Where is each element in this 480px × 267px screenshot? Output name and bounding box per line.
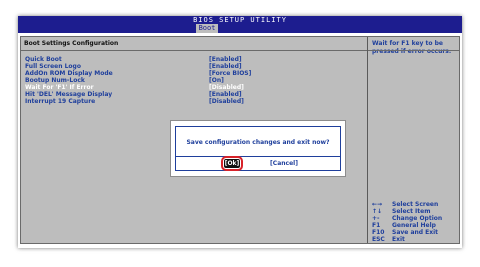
key-action: Save and Exit xyxy=(392,229,439,236)
setting-label: Hit 'DEL' Message Display xyxy=(25,91,113,98)
setting-row-full-screen-logo[interactable]: Full Screen Logo [Enabled] xyxy=(25,63,365,70)
dialog-frame: Save configuration changes and exit now?… xyxy=(175,126,341,171)
utility-title: BIOS SETUP UTILITY xyxy=(193,16,287,24)
help-pane: Wait for F1 key to be pressed if error o… xyxy=(368,37,459,243)
setting-value[interactable]: [Enabled] xyxy=(209,91,242,98)
setting-label: Bootup Num-Lock xyxy=(25,77,85,84)
setting-label: Interrupt 19 Capture xyxy=(25,98,96,105)
setting-label: AddOn ROM Display Mode xyxy=(25,70,113,77)
section-divider xyxy=(21,50,367,51)
tab-boot[interactable]: Boot xyxy=(196,24,218,33)
setting-label: Full Screen Logo xyxy=(25,63,81,70)
section-title: Boot Settings Configuration xyxy=(24,40,119,47)
key-action: Select Screen xyxy=(392,201,439,208)
key-change-option: +- Change Option xyxy=(372,215,458,222)
setting-label: Quick Boot xyxy=(25,56,62,63)
key-name: F10 xyxy=(372,229,385,236)
setting-row-quick-boot[interactable]: Quick Boot [Enabled] xyxy=(25,56,365,63)
setting-value[interactable]: [Enabled] xyxy=(209,63,242,70)
help-divider xyxy=(368,50,459,51)
key-select-screen: ←→ Select Screen xyxy=(372,201,458,208)
setting-value[interactable]: [Force BIOS] xyxy=(209,70,251,77)
key-name: ←→ xyxy=(372,201,383,208)
bios-screen: BIOS SETUP UTILITY Boot Boot Settings Co… xyxy=(18,16,462,248)
setting-row-addon-rom-display-mode[interactable]: AddOn ROM Display Mode [Force BIOS] xyxy=(25,70,365,77)
key-action: Exit xyxy=(392,236,405,243)
setting-label: Wait For 'F1' If Error xyxy=(25,84,94,91)
key-name: F1 xyxy=(372,222,381,229)
key-action: Change Option xyxy=(392,215,443,222)
dialog-message: Save configuration changes and exit now? xyxy=(186,139,330,146)
dialog-divider xyxy=(176,156,340,157)
setting-value[interactable]: [Enabled] xyxy=(209,56,242,63)
setting-value[interactable]: [On] xyxy=(209,77,224,84)
title-bar: BIOS SETUP UTILITY Boot xyxy=(18,16,462,33)
key-name: ESC xyxy=(372,236,385,243)
key-general-help: F1 General Help xyxy=(372,222,458,229)
save-dialog: Save configuration changes and exit now?… xyxy=(170,120,346,177)
setting-value[interactable]: [Disabled] xyxy=(209,84,244,91)
cancel-button[interactable]: [Cancel] xyxy=(268,159,300,168)
key-exit: ESC Exit xyxy=(372,236,458,243)
key-action: General Help xyxy=(392,222,436,229)
key-name: ↑↓ xyxy=(372,208,383,215)
key-select-item: ↑↓ Select Item xyxy=(372,208,458,215)
setting-row-hit-del-message[interactable]: Hit 'DEL' Message Display [Enabled] xyxy=(25,91,365,98)
setting-row-wait-for-f1[interactable]: Wait For 'F1' If Error [Disabled] xyxy=(25,84,365,91)
key-name: +- xyxy=(372,215,380,222)
key-save-and-exit: F10 Save and Exit xyxy=(372,229,458,236)
setting-row-bootup-num-lock[interactable]: Bootup Num-Lock [On] xyxy=(25,77,365,84)
help-text: Wait for F1 key to be pressed if error o… xyxy=(372,40,452,55)
setting-row-interrupt-19-capture[interactable]: Interrupt 19 Capture [Disabled] xyxy=(25,98,365,105)
ok-button[interactable]: [Ok] xyxy=(221,156,243,171)
key-action: Select Item xyxy=(392,208,431,215)
setting-value[interactable]: [Disabled] xyxy=(209,98,244,105)
